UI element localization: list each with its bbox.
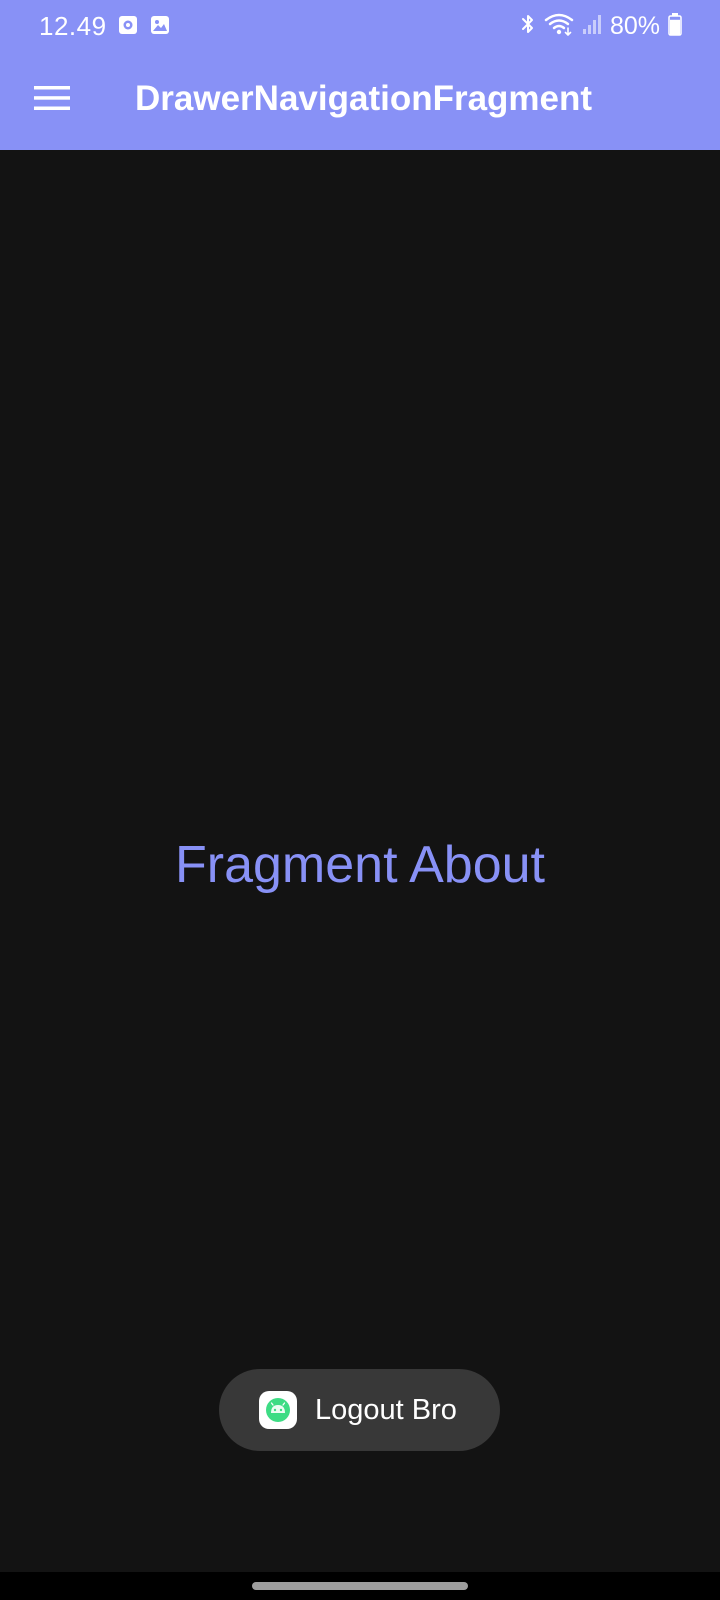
wifi-icon [544, 12, 574, 41]
home-gesture-handle[interactable] [252, 1582, 468, 1590]
app-bar: 12.49 80% DrawerNavigationFragment [0, 0, 720, 150]
status-bar: 12.49 80% [0, 0, 720, 54]
toast-message: Logout Bro [219, 1369, 500, 1451]
gallery-icon [150, 15, 170, 40]
toolbar-title: DrawerNavigationFragment [135, 79, 593, 118]
battery-percent: 80% [609, 12, 660, 40]
battery-icon [668, 12, 682, 41]
toolbar: DrawerNavigationFragment [0, 54, 720, 150]
status-time: 12.49 [39, 11, 107, 41]
bluetooth-icon [520, 12, 536, 41]
hamburger-menu-icon [34, 84, 70, 117]
signal-icon [582, 13, 602, 40]
app-screen: 12.49 80% DrawerNavigationFragment Fragm… [0, 0, 720, 1600]
fragment-content: Fragment About [0, 150, 720, 1572]
notification-icons [118, 15, 170, 40]
fragment-title: Fragment About [175, 836, 545, 894]
android-app-icon [259, 1391, 297, 1429]
menu-button[interactable] [24, 72, 80, 128]
toast-text: Logout Bro [315, 1394, 457, 1426]
screen-record-icon [118, 15, 138, 40]
system-status: 80% [520, 10, 682, 42]
system-navigation-bar [0, 1572, 720, 1600]
battery-fill [670, 19, 680, 35]
